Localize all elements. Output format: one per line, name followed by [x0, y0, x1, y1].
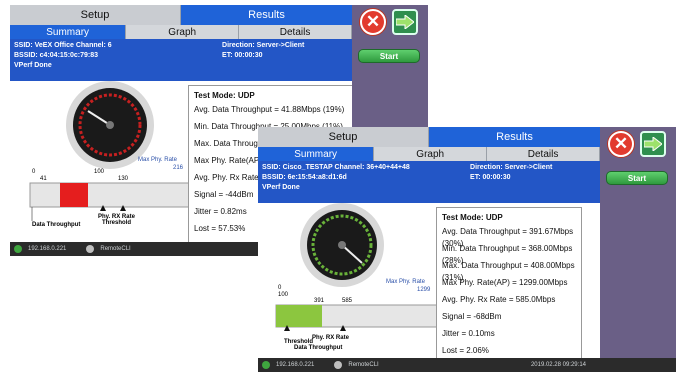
main-tabs: Setup Results	[10, 5, 352, 25]
tab-graph[interactable]: Graph	[126, 25, 240, 39]
signal: Signal = -68dBm	[442, 312, 502, 321]
network-icon	[262, 361, 270, 369]
max-phy-rate: Max Phy. Rate(AP) = 1299.00Mbps	[442, 278, 568, 287]
bssid-line: BSSID: 6e:15:54:a8:d1:6d	[262, 174, 347, 181]
close-icon: ✕	[365, 12, 381, 31]
tab-summary[interactable]: Summary	[258, 147, 375, 161]
threshold-label: Threshold	[102, 220, 131, 226]
main-tabs: Setup Results	[258, 127, 600, 147]
throughput-bar-fill	[60, 183, 88, 207]
sub-tabs: Summary Graph Details	[258, 147, 600, 161]
remote-label[interactable]: RemoteCLI	[100, 246, 130, 252]
throughput-bar-track	[29, 182, 190, 208]
direction-line: Direction: Server->Client	[222, 42, 305, 49]
rx-rate-value-label: 130	[118, 176, 129, 182]
network-icon	[14, 245, 22, 253]
vperf-status: VPerf Done	[262, 184, 300, 191]
vperf-status: VPerf Done	[14, 62, 52, 69]
remote-icon	[86, 245, 95, 253]
test-mode: Test Mode: UDP	[194, 91, 255, 100]
scale-100-label: 100	[94, 169, 105, 175]
rx-rate-value-label: 585	[342, 298, 353, 304]
remote-label[interactable]: RemoteCLI	[348, 362, 378, 368]
gauge-hub	[106, 121, 114, 129]
sub-tabs: Summary Graph Details	[10, 25, 352, 39]
arrow-right-icon	[396, 15, 414, 29]
max-phy-rate-label: Max Phy. Rate	[138, 157, 178, 163]
jitter: Jitter = 0.10ms	[442, 329, 495, 338]
tab-summary[interactable]: Summary	[10, 25, 127, 39]
scale-min-label: 0	[32, 169, 36, 175]
start-button[interactable]: Start	[358, 49, 420, 63]
elapsed-time: ET: 00:00:30	[470, 174, 511, 181]
tab-details[interactable]: Details	[487, 147, 600, 161]
connection-info: SSID: VeEX Office Channel: 6 BSSID: c4:0…	[10, 39, 352, 81]
bssid-line: BSSID: c4:04:15:0c:79:83	[14, 52, 99, 59]
max-phy-rate-label: Max Phy. Rate	[386, 279, 426, 285]
ip-address: 192.168.0.221	[276, 362, 315, 368]
throughput-gauge: 0 100 Max Phy. Rate 1299 391 585 Phy. RX…	[275, 203, 438, 351]
arrow-right-icon	[644, 137, 662, 151]
avg-throughput: Avg. Data Throughput = 391.67Mbps (30%)	[442, 227, 574, 248]
max-phy-rate-value: 1299	[417, 287, 431, 293]
start-button[interactable]: Start	[606, 171, 668, 185]
tab-graph[interactable]: Graph	[374, 147, 488, 161]
tab-setup[interactable]: Setup	[258, 127, 429, 147]
ssid-line: SSID: Cisco_TESTAP Channel: 36+40+44+48	[262, 164, 410, 171]
test-mode: Test Mode: UDP	[442, 213, 503, 222]
throughput-bar-fill	[276, 305, 322, 327]
avg-throughput: Avg. Data Throughput = 41.88Mbps (19%)	[194, 105, 345, 114]
close-button[interactable]: ✕	[608, 131, 634, 157]
content-area: Setup Results Summary Graph Details SSID…	[258, 127, 600, 367]
ssid-line: SSID: VeEX Office Channel: 6	[14, 42, 112, 49]
tab-results[interactable]: Results	[429, 127, 600, 147]
avg-phy-rx-rate: Avg. Phy. Rx Rate = 585.0Mbps	[442, 295, 556, 304]
throughput-value-label: 391	[314, 298, 325, 304]
date-time: 2019.02.28 09:29:14	[530, 362, 586, 368]
phy-rx-rate-label: Phy. RX Rate	[312, 335, 350, 341]
max-phy-rate-value: 216	[173, 165, 184, 171]
remote-icon	[334, 361, 343, 369]
direction-line: Direction: Server->Client	[470, 164, 553, 171]
connection-info: SSID: Cisco_TESTAP Channel: 36+40+44+48 …	[258, 161, 600, 203]
forward-button[interactable]	[392, 9, 418, 35]
results-panel: Test Mode: UDP Avg. Data Throughput = 39…	[436, 207, 582, 367]
close-button[interactable]: ✕	[360, 9, 386, 35]
front-screen: Setup Results Summary Graph Details SSID…	[258, 127, 676, 372]
data-throughput-label: Data Throughput	[32, 222, 80, 228]
gauge-hub	[338, 241, 346, 249]
elapsed-time: ET: 00:00:30	[222, 52, 263, 59]
tab-details[interactable]: Details	[239, 25, 352, 39]
status-bar: 192.168.0.221 RemoteCLI 2019.02.28 09:29…	[258, 358, 676, 372]
side-panel: ✕ Start	[600, 127, 676, 358]
scale-min-label: 0	[278, 285, 282, 291]
data-throughput-label: Data Throughput	[294, 345, 342, 351]
min-throughput: Min. Data Throughput = 368.00Mbps (28%)	[442, 244, 573, 265]
tab-setup[interactable]: Setup	[10, 5, 181, 25]
close-icon: ✕	[613, 134, 629, 153]
throughput-gauge: 0 100 Max Phy. Rate 216 41 130 Data Thro…	[29, 81, 190, 228]
scale-100-label: 100	[278, 292, 289, 298]
throughput-value-label: 41	[40, 176, 47, 182]
forward-button[interactable]	[640, 131, 666, 157]
max-throughput: Max. Data Throughput = 408.00Mbps (31%)	[442, 261, 575, 282]
ip-address: 192.168.0.221	[28, 246, 67, 252]
tab-results[interactable]: Results	[181, 5, 352, 25]
